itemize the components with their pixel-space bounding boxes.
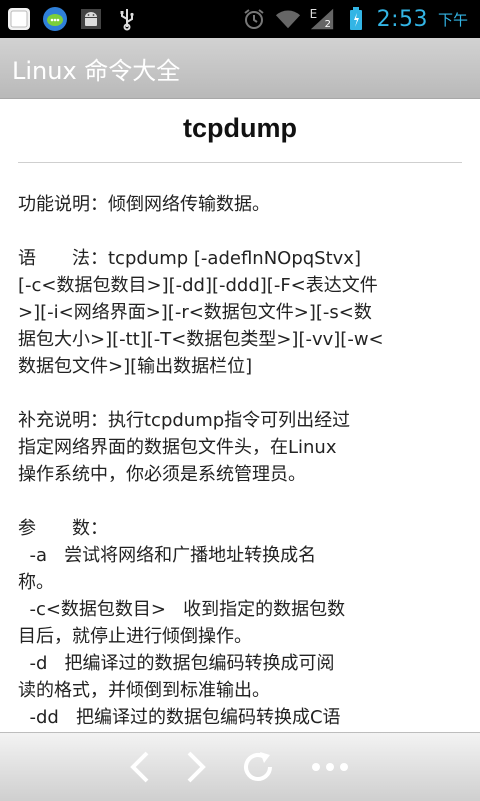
article-line: -c<数据包数目> 收到指定的数据包数 — [18, 599, 346, 620]
article-line — [18, 488, 462, 515]
more-button[interactable] — [308, 745, 352, 789]
more-icon — [312, 763, 348, 771]
article-line: 称。 — [18, 572, 54, 593]
article-line — [18, 380, 462, 407]
article-line: 读的格式，并倾倒到标准输出。 — [18, 680, 270, 701]
article-line: 参 数： — [18, 518, 108, 539]
app-title: Linux 命令大全 — [12, 57, 181, 85]
clock-time: 2:53 — [376, 6, 428, 32]
article-line: [-c<数据包数目>][-dd][-ddd][-F<表达文件 — [18, 275, 378, 296]
notification-icons — [6, 0, 140, 38]
wifi-icon — [275, 6, 301, 32]
back-button[interactable] — [118, 745, 162, 789]
article-line: 功能说明：倾倒网络传输数据。 — [18, 194, 270, 215]
article-content[interactable]: tcpdump 功能说明：倾倒网络传输数据。语 法：tcpdump [-adef… — [0, 99, 480, 732]
battery-icon — [343, 6, 369, 32]
system-icons: E 2 2:53 下午 — [241, 0, 468, 38]
usb-icon — [114, 6, 140, 32]
app-icon — [6, 6, 32, 32]
article-line: >][-i<网络界面>][-r<数据包文件>][-s<数 — [18, 302, 372, 323]
article-line: -d 把编译过的数据包编码转换成可阅 — [18, 653, 335, 674]
status-bar: E 2 2:53 下午 — [0, 0, 480, 38]
signal-type-label: E — [309, 7, 318, 21]
clock-ampm: 下午 — [437, 10, 468, 29]
signal-icon: E 2 — [309, 6, 335, 32]
alarm-icon — [241, 6, 267, 32]
bottom-nav — [0, 732, 480, 801]
article-line — [18, 218, 462, 245]
article-line: 操作系统中，你必须是系统管理员。 — [18, 464, 306, 485]
article-line: -dd 把编译过的数据包编码转换成C语 — [18, 707, 341, 728]
article-line: 数据包文件>][输出数据栏位] — [18, 356, 253, 377]
article-line: 补充说明：执行tcpdump指令可列出经过 — [18, 410, 351, 431]
article-line: -a 尝试将网络和广播地址转换成名 — [18, 545, 317, 566]
title-divider — [18, 162, 462, 163]
article-line: 指定网络界面的数据包文件头，在Linux — [18, 437, 337, 458]
android-icon — [78, 6, 104, 32]
refresh-button[interactable] — [236, 745, 280, 789]
app-header: Linux 命令大全 — [0, 38, 480, 99]
article-line: 据包大小>][-tt][-T<数据包类型>][-vv][-w< — [18, 329, 384, 350]
forward-button[interactable] — [174, 745, 218, 789]
forward-icon — [187, 751, 206, 783]
chat-icon — [42, 6, 68, 32]
article-line: 语 法：tcpdump [-adeflnNOpqStvx] — [18, 248, 361, 269]
article-line: 目后，就停止进行倾倒操作。 — [18, 626, 252, 647]
refresh-icon — [244, 752, 272, 781]
back-icon — [130, 751, 149, 783]
article-body: 功能说明：倾倒网络传输数据。语 法：tcpdump [-adeflnNOpqSt… — [18, 191, 462, 731]
page-title: tcpdump — [183, 113, 297, 143]
sim-label: 2 — [324, 19, 331, 30]
